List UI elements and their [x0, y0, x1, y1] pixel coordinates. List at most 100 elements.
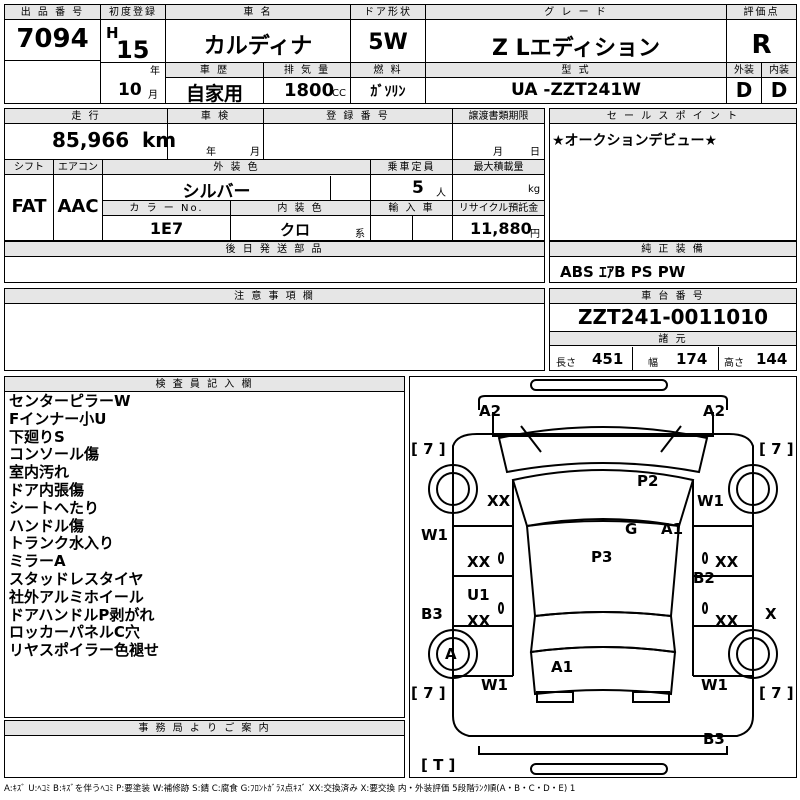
- lot-no: 7094: [16, 24, 89, 54]
- transfer-label: 譲渡書類期限: [453, 109, 544, 124]
- equipment-text: ABS ｴｱB PS PW: [560, 263, 686, 281]
- displacement-label: 排 気 量: [264, 63, 350, 78]
- damage-mark: A2: [479, 402, 501, 420]
- office-label: 事 務 局 よ り ご 案 内: [5, 721, 404, 736]
- transfer-day-unit: 日: [530, 147, 540, 158]
- damage-mark: P2: [637, 472, 658, 490]
- door: 5W: [368, 30, 408, 55]
- inspection-label: 車 検: [168, 109, 263, 124]
- exterior-score: D: [735, 78, 753, 102]
- inspector-note: ロッカーパネルC穴: [9, 623, 140, 642]
- insp-year-unit: 年: [206, 147, 216, 158]
- color-no-label: カ ラ ー No.: [103, 201, 230, 216]
- history-label: 車 歴: [166, 63, 263, 78]
- damage-mark: W1: [697, 492, 724, 510]
- capacity-label: 乗車定員: [371, 160, 452, 175]
- interior-score: D: [770, 78, 788, 102]
- inspector-label: 検 査 員 記 入 欄: [5, 377, 404, 392]
- damage-mark: A: [445, 645, 457, 663]
- first-reg-label: 初度登録: [101, 5, 165, 20]
- car-name-label: 車 名: [166, 5, 350, 20]
- month-unit: 月: [148, 90, 158, 101]
- inspector-note: リヤスポイラー色褪せ: [9, 641, 160, 660]
- reg-no-label: 登 録 番 号: [264, 109, 452, 124]
- damage-mark: XX: [467, 612, 491, 630]
- inspector-note: 室内汚れ: [9, 463, 70, 482]
- length: 451: [592, 350, 624, 368]
- inspector-note: Fインナー小U: [9, 409, 107, 428]
- mileage-label: 走 行: [5, 109, 167, 124]
- interior-label: 内装: [762, 63, 796, 78]
- damage-mark: A2: [703, 402, 725, 420]
- lot-no-label: 出 品 番 号: [5, 5, 100, 20]
- color-no: 1E7: [149, 219, 184, 238]
- caution-label: 注 意 事 項 欄: [5, 289, 544, 304]
- car-name: カルディナ: [203, 34, 313, 59]
- history: 自家用: [185, 83, 243, 105]
- int-color-unit: 系: [355, 229, 365, 240]
- later-parts-label: 後 日 発 送 部 品: [5, 242, 544, 257]
- inspector-note: ドア内張傷: [9, 480, 85, 499]
- int-color: クロ: [280, 221, 311, 239]
- height-label: 高さ: [724, 358, 744, 369]
- displacement: 1800: [284, 80, 335, 101]
- insp-month-unit: 月: [250, 147, 260, 158]
- inspector-note: トランク水入り: [9, 534, 115, 553]
- width-label: 幅: [648, 358, 658, 369]
- capacity-unit: 人: [436, 188, 446, 199]
- load-unit: kg: [528, 184, 541, 195]
- sales-point-text: ★オークションデビュー★: [552, 133, 718, 149]
- damage-mark: [ 7 ]: [411, 440, 446, 458]
- score-label: 評価点: [727, 5, 796, 20]
- ext-color: シルバー: [182, 182, 251, 202]
- score: R: [751, 30, 772, 60]
- door-label: ドア形状: [351, 5, 425, 20]
- damage-mark: [ 7 ]: [759, 684, 794, 702]
- damage-mark: [ 7 ]: [411, 684, 446, 702]
- import-label: 輸 入 車: [371, 201, 452, 216]
- grade-label: グ レ ー ド: [426, 5, 726, 20]
- car-diagram: A2 A2 [ 7 ] [ 7 ] P2 XX W1 G A1 W1 XX P3…: [411, 379, 794, 775]
- height: 144: [756, 350, 788, 368]
- equipment-label: 純 正 装 備: [550, 242, 796, 257]
- recycle-unit: 円: [530, 229, 540, 240]
- inspector-note: コンソール傷: [9, 445, 100, 464]
- model: UA -ZZT241W: [511, 80, 641, 100]
- inspector-notes: センターピラーW Fインナー小U 下廻りS コンソール傷 室内汚れ ドア内張傷 …: [9, 392, 160, 660]
- damage-mark: B3: [421, 605, 443, 623]
- damage-mark: [ T ]: [421, 756, 455, 774]
- damage-mark: A1: [551, 658, 573, 676]
- displacement-unit: CC: [332, 88, 346, 99]
- sales-point-box: [549, 108, 797, 241]
- chassis-label: 車 台 番 号: [550, 289, 796, 304]
- inspector-note: ミラーA: [9, 552, 66, 571]
- recycle-label: リサイクル預託金: [453, 201, 544, 216]
- fuel: ｶﾞｿﾘﾝ: [370, 84, 406, 100]
- fuel-label: 燃 料: [351, 63, 425, 78]
- damage-mark: W1: [421, 526, 448, 544]
- int-color-label: 内 装 色: [231, 201, 370, 216]
- damage-mark: A1: [661, 520, 683, 538]
- width: 174: [676, 350, 708, 368]
- damage-mark: W1: [481, 676, 508, 694]
- damage-mark: [ 7 ]: [759, 440, 794, 458]
- ext-color-label: 外 装 色: [103, 160, 370, 175]
- damage-mark: W1: [701, 676, 728, 694]
- mileage-unit: km: [142, 128, 177, 152]
- capacity: 5: [412, 178, 424, 198]
- length-label: 長さ: [556, 358, 576, 369]
- damage-mark: X: [765, 605, 777, 623]
- inspector-note: シートへたり: [9, 498, 100, 517]
- inspector-note: 下廻りS: [9, 427, 65, 446]
- damage-mark: U1: [467, 586, 490, 604]
- reg-month: 10: [118, 80, 142, 100]
- chassis-number: ZZT241-0011010: [577, 305, 769, 329]
- shift-label: シフト: [5, 160, 53, 175]
- inspector-note: 社外アルミホイール: [9, 587, 144, 606]
- damage-mark: XX: [487, 492, 511, 510]
- load-label: 最大積載量: [453, 160, 544, 175]
- sales-point-label: セ ー ル ス ポ イ ン ト: [550, 109, 796, 124]
- inspector-note: ハンドル傷: [9, 516, 85, 535]
- recycle: 11,880: [470, 219, 532, 238]
- reg-year: 15: [116, 36, 150, 64]
